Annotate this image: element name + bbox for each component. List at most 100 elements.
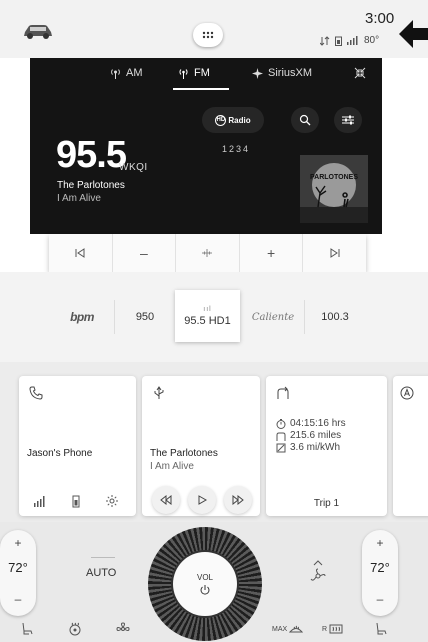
phone-battery-icon <box>335 36 342 46</box>
fan-speed-icon[interactable] <box>310 560 326 584</box>
trip-stats: 04:15:16 hrs 215.6 miles 3.6 mi/kWh <box>276 418 346 454</box>
steering-wheel-heat-button[interactable] <box>68 622 82 636</box>
auto-button[interactable]: AUTO <box>86 567 116 579</box>
trip-distance: 215.6 miles <box>290 430 342 441</box>
hd-radio-button[interactable]: HD Radio <box>202 107 264 133</box>
tab-siriusxm[interactable]: SiriusXM <box>252 67 312 79</box>
volume-knob-center[interactable]: VOL <box>173 552 237 616</box>
driver-seat-heat-button[interactable] <box>20 622 34 636</box>
front-defrost-icon <box>289 625 304 633</box>
rear-defrost-icon <box>329 624 343 634</box>
preset-100-3[interactable]: 100.3 <box>305 294 365 340</box>
fan-button[interactable] <box>116 622 130 636</box>
rear-defrost-label: R <box>322 625 328 633</box>
trip-efficiency-row: 3.6 mi/kWh <box>276 442 346 454</box>
media-card[interactable]: The Parlotones I Am Alive <box>142 376 260 516</box>
stopwatch-icon <box>276 419 286 429</box>
widget-cards: Jason's Phone The Parlotones I Am Alive <box>0 362 428 522</box>
max-defrost-button[interactable]: MAX <box>272 622 304 636</box>
driver-temp-up[interactable]: + <box>0 536 36 550</box>
tab-am-label: AM <box>126 67 143 79</box>
car-icon[interactable] <box>22 22 54 40</box>
search-icon <box>299 114 311 126</box>
driver-temp-value: 72° <box>8 560 28 575</box>
preset-950[interactable]: 950 <box>115 294 175 340</box>
rear-defrost-button[interactable]: R <box>322 622 343 636</box>
clock: 3:00 <box>365 10 395 27</box>
hd-signal-icon: ııl <box>203 305 212 313</box>
hd-radio-label: Radio <box>228 115 251 125</box>
scan-icon <box>202 249 213 257</box>
station-callsign: WKQI <box>119 162 148 173</box>
radio-panel: AM FM SiriusXM HD Radio 1234 95.5 WKQI T… <box>30 58 382 234</box>
seat-icon <box>376 622 387 635</box>
siriusxm-icon <box>252 67 263 79</box>
album-art-text: PARLOTONES <box>310 174 358 181</box>
tab-am[interactable]: AM <box>110 67 143 79</box>
passenger-temp-down[interactable]: – <box>362 592 398 606</box>
media-song: I Am Alive <box>150 461 194 472</box>
driver-temp-control[interactable]: + 72° – <box>0 530 36 616</box>
trip-time: 04:15:16 hrs <box>290 418 346 429</box>
status-icons: 80° <box>320 35 379 46</box>
tab-fm-label: FM <box>194 67 210 79</box>
seek-back-icon <box>75 248 85 258</box>
play-button[interactable] <box>188 486 216 514</box>
climate-bar: + 72° – AUTO VOL + 72° – MAX R <box>0 522 428 642</box>
phone-name: Jason's Phone <box>27 448 93 459</box>
apps-grid-icon <box>202 31 214 39</box>
preset-caliente[interactable]: Caliente <box>243 294 303 340</box>
seat-icon <box>22 622 33 635</box>
trip-distance-row: 215.6 miles <box>276 430 346 442</box>
album-art: PARLOTONES <box>300 155 368 223</box>
trip-card[interactable]: 04:15:16 hrs 215.6 miles 3.6 mi/kWh Trip… <box>266 376 387 516</box>
preset-bpm[interactable]: bpm <box>50 294 114 340</box>
power-icon <box>200 584 210 595</box>
apps-button[interactable] <box>193 23 223 47</box>
driver-temp-down[interactable]: – <box>0 592 36 606</box>
phone-status <box>33 494 119 508</box>
seek-forward-icon <box>330 248 340 258</box>
sound-settings-button[interactable] <box>334 107 362 133</box>
signal-icon <box>34 496 45 507</box>
settings-gear-icon[interactable] <box>105 494 119 508</box>
preset-row: bpm 950 ııl 95.5 HD1 Caliente 100.3 <box>0 272 428 362</box>
hd-channel-list[interactable]: 1234 <box>222 144 250 154</box>
passenger-temp-up[interactable]: + <box>362 536 398 550</box>
preset-95-5-hd1[interactable]: ııl 95.5 HD1 <box>175 290 240 342</box>
fm-antenna-icon <box>179 68 188 79</box>
collapse-icon[interactable] <box>354 67 366 79</box>
status-bar: 3:00 80° <box>0 0 428 58</box>
artist-name: The Parlotones <box>57 180 125 191</box>
search-button[interactable] <box>291 107 319 133</box>
station-frequency: 95.5 <box>56 134 127 176</box>
am-antenna-icon <box>111 68 120 79</box>
rewind-icon <box>160 495 172 505</box>
media-controls <box>152 486 252 514</box>
active-tab-indicator <box>173 88 229 90</box>
tune-up-button[interactable]: + <box>240 234 304 272</box>
signal-icon <box>347 36 358 45</box>
previous-track-button[interactable] <box>152 486 180 514</box>
fast-forward-icon <box>232 495 244 505</box>
tab-siriusxm-label: SiriusXM <box>268 67 313 79</box>
passenger-temp-control[interactable]: + 72° – <box>362 530 398 616</box>
passenger-seat-heat-button[interactable] <box>374 622 388 636</box>
seek-forward-button[interactable] <box>303 234 366 272</box>
play-icon <box>198 495 208 505</box>
seek-back-button[interactable] <box>49 234 113 272</box>
song-title: I Am Alive <box>57 193 101 204</box>
media-artist: The Parlotones <box>150 448 218 459</box>
scan-button[interactable] <box>176 234 240 272</box>
tune-down-button[interactable]: – <box>113 234 177 272</box>
efficiency-icon <box>276 443 286 453</box>
usb-icon <box>154 386 164 399</box>
tab-fm[interactable]: FM <box>178 67 210 79</box>
tune-up-icon: + <box>266 245 276 261</box>
next-track-button[interactable] <box>224 486 252 514</box>
partial-card[interactable] <box>393 376 428 516</box>
preset-95-5-hd1-label: 95.5 HD1 <box>184 314 231 327</box>
phone-card[interactable]: Jason's Phone <box>19 376 136 516</box>
pointer-arrow-icon <box>399 20 428 48</box>
phone-icon <box>29 386 43 400</box>
